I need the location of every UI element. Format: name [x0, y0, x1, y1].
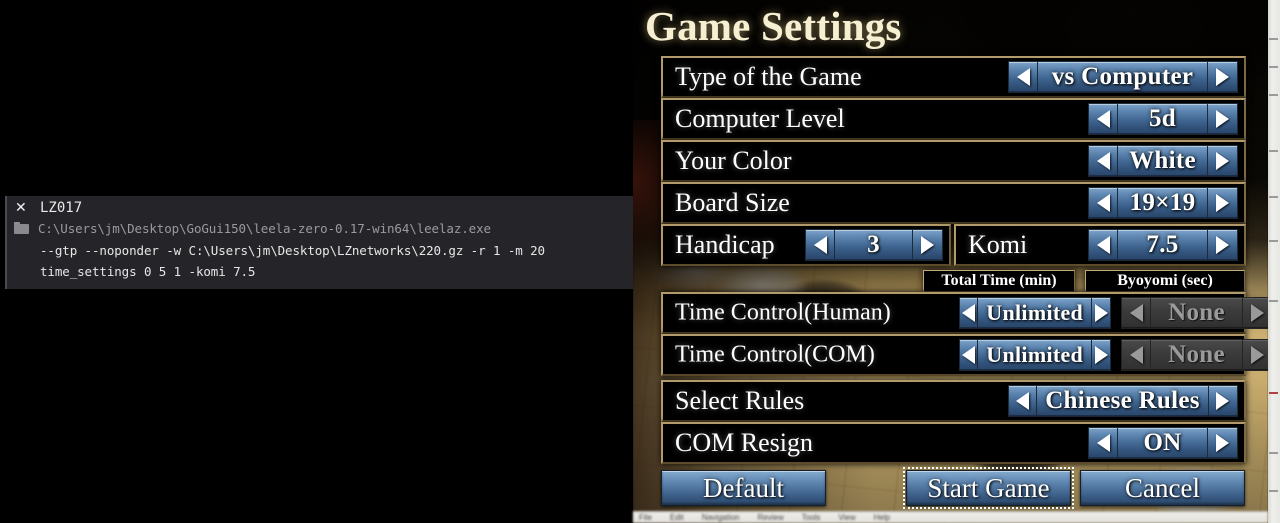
value-select-rules: Chinese Rules	[1037, 385, 1209, 417]
menu-item-help[interactable]: Help	[874, 513, 890, 522]
arrow-left-icon	[1121, 297, 1151, 329]
console-args-line-1: --gtp --noponder -w C:\Users\jm\Desktop\…	[40, 243, 545, 258]
arrow-left-icon[interactable]	[1088, 187, 1118, 219]
spinner-komi[interactable]: 7.5	[1088, 229, 1238, 261]
row-com-resign: COM Resign ON	[661, 422, 1246, 464]
arrow-left-icon[interactable]	[1088, 427, 1118, 459]
arrow-right-icon[interactable]	[1208, 385, 1238, 417]
row-type-of-the-game: Type of the Game vs Computer	[661, 56, 1246, 98]
value-time-control-com-total: Unlimited	[978, 339, 1093, 371]
row-board-size: Board Size 19×19	[661, 182, 1246, 224]
spinner-select-rules[interactable]: Chinese Rules	[1008, 385, 1238, 417]
start-game-button[interactable]: Start Game	[903, 467, 1074, 509]
cancel-button[interactable]: Cancel	[1080, 470, 1245, 506]
arrow-left-icon[interactable]	[1088, 145, 1118, 177]
menu-item-navigation[interactable]: Navigation	[702, 513, 740, 522]
column-header-byoyomi: Byoyomi (sec)	[1085, 270, 1245, 292]
arrow-right-icon[interactable]	[1092, 339, 1111, 371]
spinner-time-control-com-byoyomi: None	[1121, 339, 1268, 371]
value-computer-level: 5d	[1118, 103, 1208, 135]
folder-icon	[14, 222, 29, 234]
label-handicap: Handicap	[675, 230, 775, 259]
value-handicap: 3	[835, 229, 913, 261]
menu-item-file[interactable]: File	[639, 513, 652, 522]
arrow-right-icon[interactable]	[1208, 61, 1238, 93]
menu-item-edit[interactable]: Edit	[670, 513, 684, 522]
spinner-time-control-human-total[interactable]: Unlimited	[959, 297, 1111, 329]
arrow-left-icon[interactable]	[805, 229, 835, 261]
value-com-resign: ON	[1118, 427, 1208, 459]
underlying-menu-bar[interactable]: File Edit Navigation Review Tools View H…	[633, 511, 1268, 523]
menu-item-review[interactable]: Review	[758, 513, 784, 522]
value-board-size: 19×19	[1118, 187, 1208, 219]
console-args-line-2: time_settings 0 5 1 -komi 7.5	[40, 264, 256, 279]
column-header-total-time: Total Time (min)	[923, 270, 1075, 292]
game-settings-dialog: Game Settings Type of the Game vs Comput…	[633, 0, 1268, 523]
spinner-computer-level[interactable]: 5d	[1088, 103, 1238, 135]
spinner-type-of-the-game[interactable]: vs Computer	[1008, 61, 1238, 93]
screen: ✕ LZ017 C:\Users\jm\Desktop\GoGui150\lee…	[0, 0, 1280, 523]
value-type-of-the-game: vs Computer	[1038, 61, 1208, 93]
label-computer-level: Computer Level	[675, 104, 845, 133]
arrow-right-icon[interactable]	[1092, 297, 1111, 329]
arrow-right-icon[interactable]	[1208, 427, 1238, 459]
value-komi: 7.5	[1118, 229, 1208, 261]
arrow-left-icon[interactable]	[959, 297, 979, 329]
row-computer-level: Computer Level 5d	[661, 98, 1246, 140]
row-select-rules: Select Rules Chinese Rules	[661, 380, 1246, 422]
console-command-path: C:\Users\jm\Desktop\GoGui150\leela-zero-…	[38, 221, 491, 236]
label-your-color: Your Color	[675, 146, 792, 175]
spinner-time-control-com-total[interactable]: Unlimited	[959, 339, 1111, 371]
arrow-right-icon[interactable]	[1208, 103, 1238, 135]
spinner-board-size[interactable]: 19×19	[1088, 187, 1238, 219]
arrow-left-icon[interactable]	[1008, 385, 1038, 417]
spinner-com-resign[interactable]: ON	[1088, 427, 1238, 459]
value-time-control-human-byoyomi: None	[1151, 297, 1243, 329]
arrow-right-icon	[1243, 339, 1268, 371]
menu-item-tools[interactable]: Tools	[802, 513, 821, 522]
arrow-left-icon[interactable]	[959, 339, 979, 371]
arrow-left-icon	[1121, 339, 1151, 371]
row-handicap: Handicap 3	[661, 224, 951, 266]
value-time-control-human-total: Unlimited	[978, 297, 1093, 329]
arrow-right-icon[interactable]	[1208, 187, 1238, 219]
page-title: Game Settings	[645, 3, 902, 49]
label-komi: Komi	[968, 230, 1028, 259]
arrow-right-icon[interactable]	[913, 229, 943, 261]
label-time-control-com: Time Control(COM)	[675, 341, 875, 368]
label-time-control-human: Time Control(Human)	[675, 299, 891, 326]
label-type-of-the-game: Type of the Game	[675, 62, 862, 91]
label-select-rules: Select Rules	[675, 386, 805, 415]
arrow-left-icon[interactable]	[1008, 61, 1038, 93]
arrow-left-icon[interactable]	[1088, 229, 1118, 261]
value-your-color: White	[1118, 145, 1208, 177]
arrow-right-icon[interactable]	[1208, 229, 1238, 261]
spinner-your-color[interactable]: White	[1088, 145, 1238, 177]
console-window: ✕ LZ017 C:\Users\jm\Desktop\GoGui150\lee…	[0, 0, 633, 523]
arrow-right-icon[interactable]	[1208, 145, 1238, 177]
row-time-control-com: Time Control(COM) Unlimited None	[661, 334, 1268, 376]
spinner-time-control-human-byoyomi: None	[1121, 297, 1268, 329]
label-com-resign: COM Resign	[675, 428, 813, 457]
close-icon[interactable]: ✕	[15, 200, 29, 216]
label-board-size: Board Size	[675, 188, 790, 217]
console-process-title: LZ017	[40, 200, 83, 216]
row-your-color: Your Color White	[661, 140, 1246, 182]
default-button[interactable]: Default	[661, 470, 826, 506]
row-komi: Komi 7.5	[954, 224, 1246, 266]
background-window-edge	[1268, 0, 1280, 523]
arrow-left-icon[interactable]	[1088, 103, 1118, 135]
row-time-control-human: Time Control(Human) Unlimited None	[661, 292, 1268, 334]
spinner-handicap[interactable]: 3	[805, 229, 943, 261]
arrow-right-icon	[1243, 297, 1268, 329]
value-time-control-com-byoyomi: None	[1151, 339, 1243, 371]
menu-item-view[interactable]: View	[838, 513, 855, 522]
